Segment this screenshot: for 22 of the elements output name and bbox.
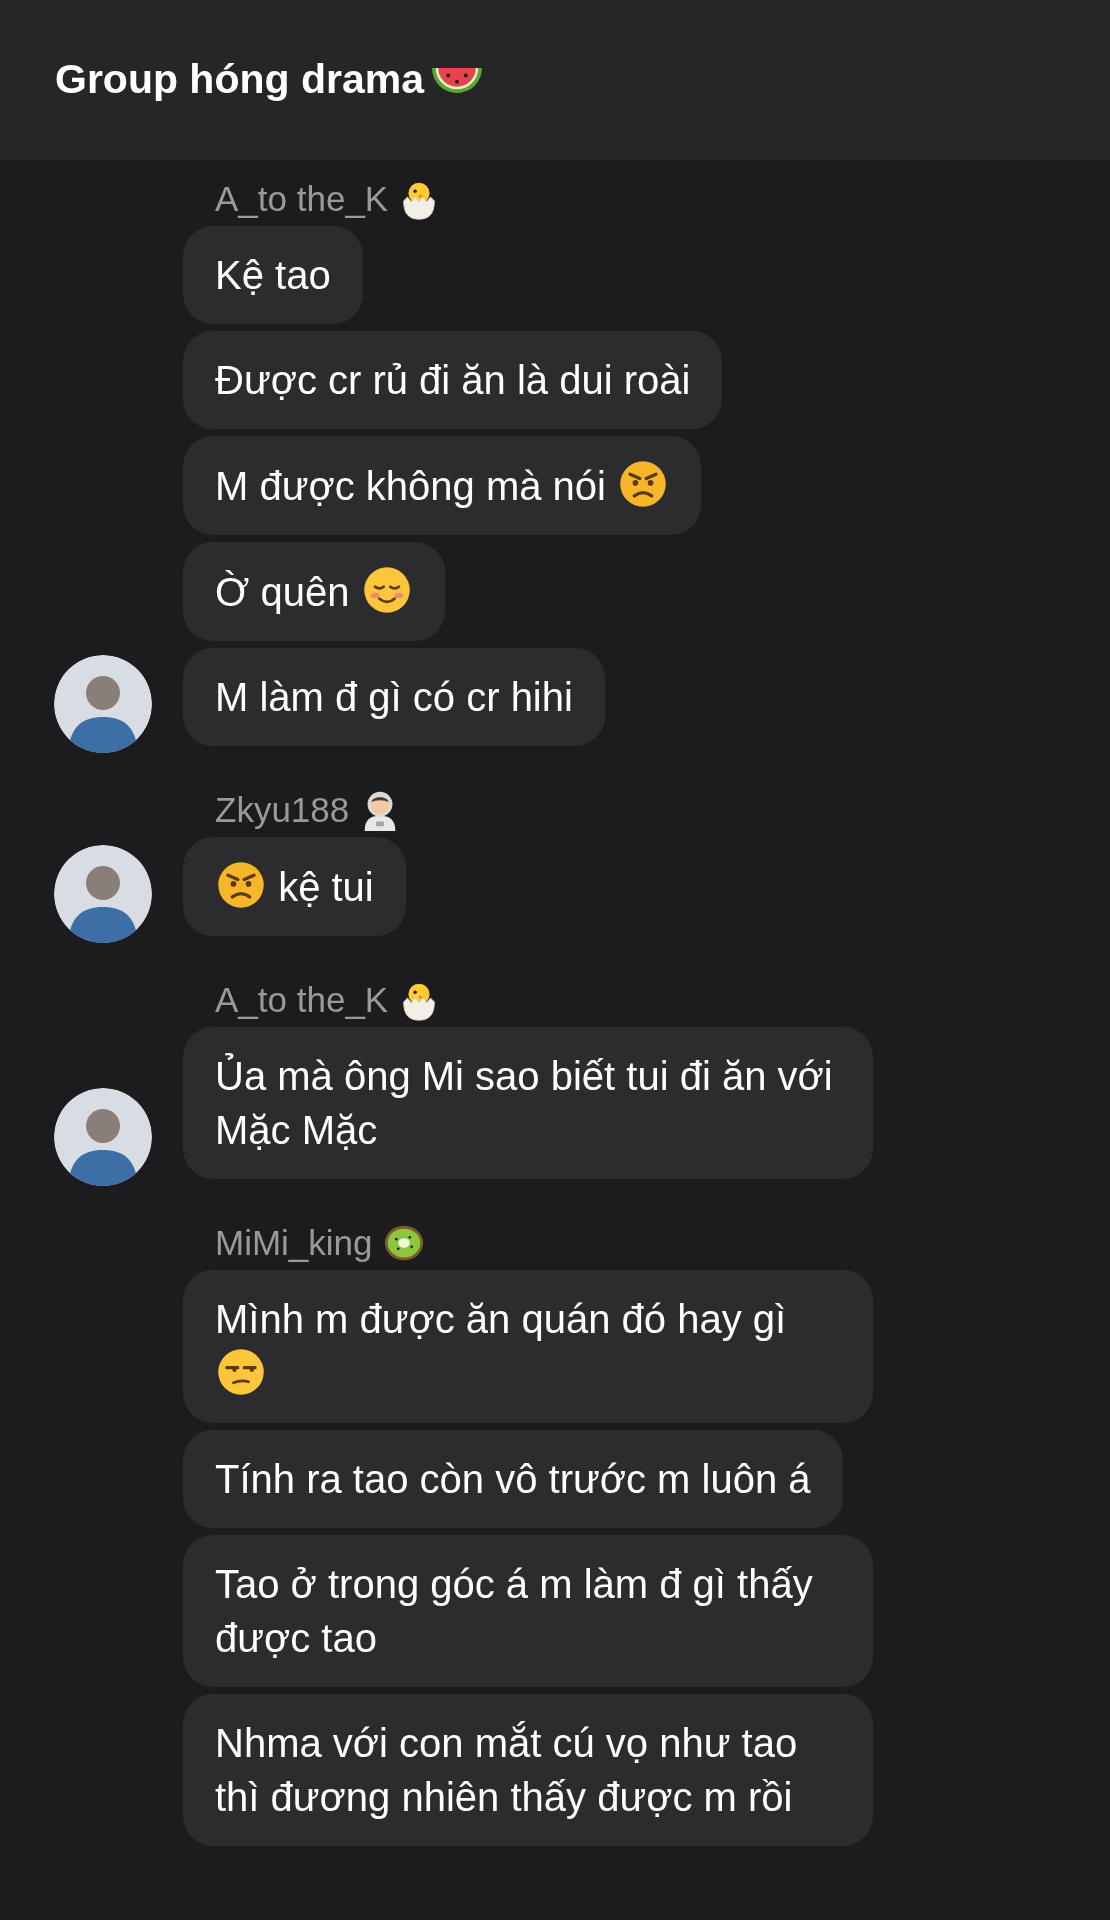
- sender-name: MiMi_king: [215, 1221, 373, 1264]
- message-bubble: M làm đ gì có cr hihi: [183, 648, 605, 746]
- message-bubble: Ờ quên: [183, 542, 445, 641]
- message-bubble: Mình m được ăn quán đó hay gì: [183, 1270, 873, 1423]
- message-bubble: Tao ở trong góc á m làm đ gì thấy được tao: [183, 1535, 873, 1687]
- unamused-face-icon: [215, 1346, 267, 1398]
- message-bubble: Nhma với con mắt cú vọ như tao thì đương nhiên thấy được m rồi: [183, 1694, 873, 1846]
- message-bubble: Kệ tao: [183, 226, 363, 324]
- chat-title: Group hóng drama: [55, 55, 424, 105]
- avatar[interactable]: [54, 1088, 152, 1186]
- avatar[interactable]: [54, 845, 152, 943]
- message-bubble: M được không mà nói: [183, 436, 702, 535]
- sender-name: A_to the_K: [215, 177, 389, 220]
- message-bubble: kệ tui: [183, 837, 406, 936]
- message-bubble: Ủa mà ông Mi sao biết tui đi ăn với Mặc Mặc: [183, 1027, 873, 1179]
- message-bubble: Tính ra tao còn vô trước m luôn á: [183, 1430, 843, 1528]
- angry-face-icon: [215, 859, 267, 911]
- message-bubble: Được cr rủ đi ăn là dui roài: [183, 331, 723, 429]
- watermelon-icon: [432, 67, 482, 93]
- sender-name: A_to the_K: [215, 978, 389, 1021]
- sender-name: Zkyu188: [215, 788, 350, 831]
- avatar[interactable]: [54, 655, 152, 753]
